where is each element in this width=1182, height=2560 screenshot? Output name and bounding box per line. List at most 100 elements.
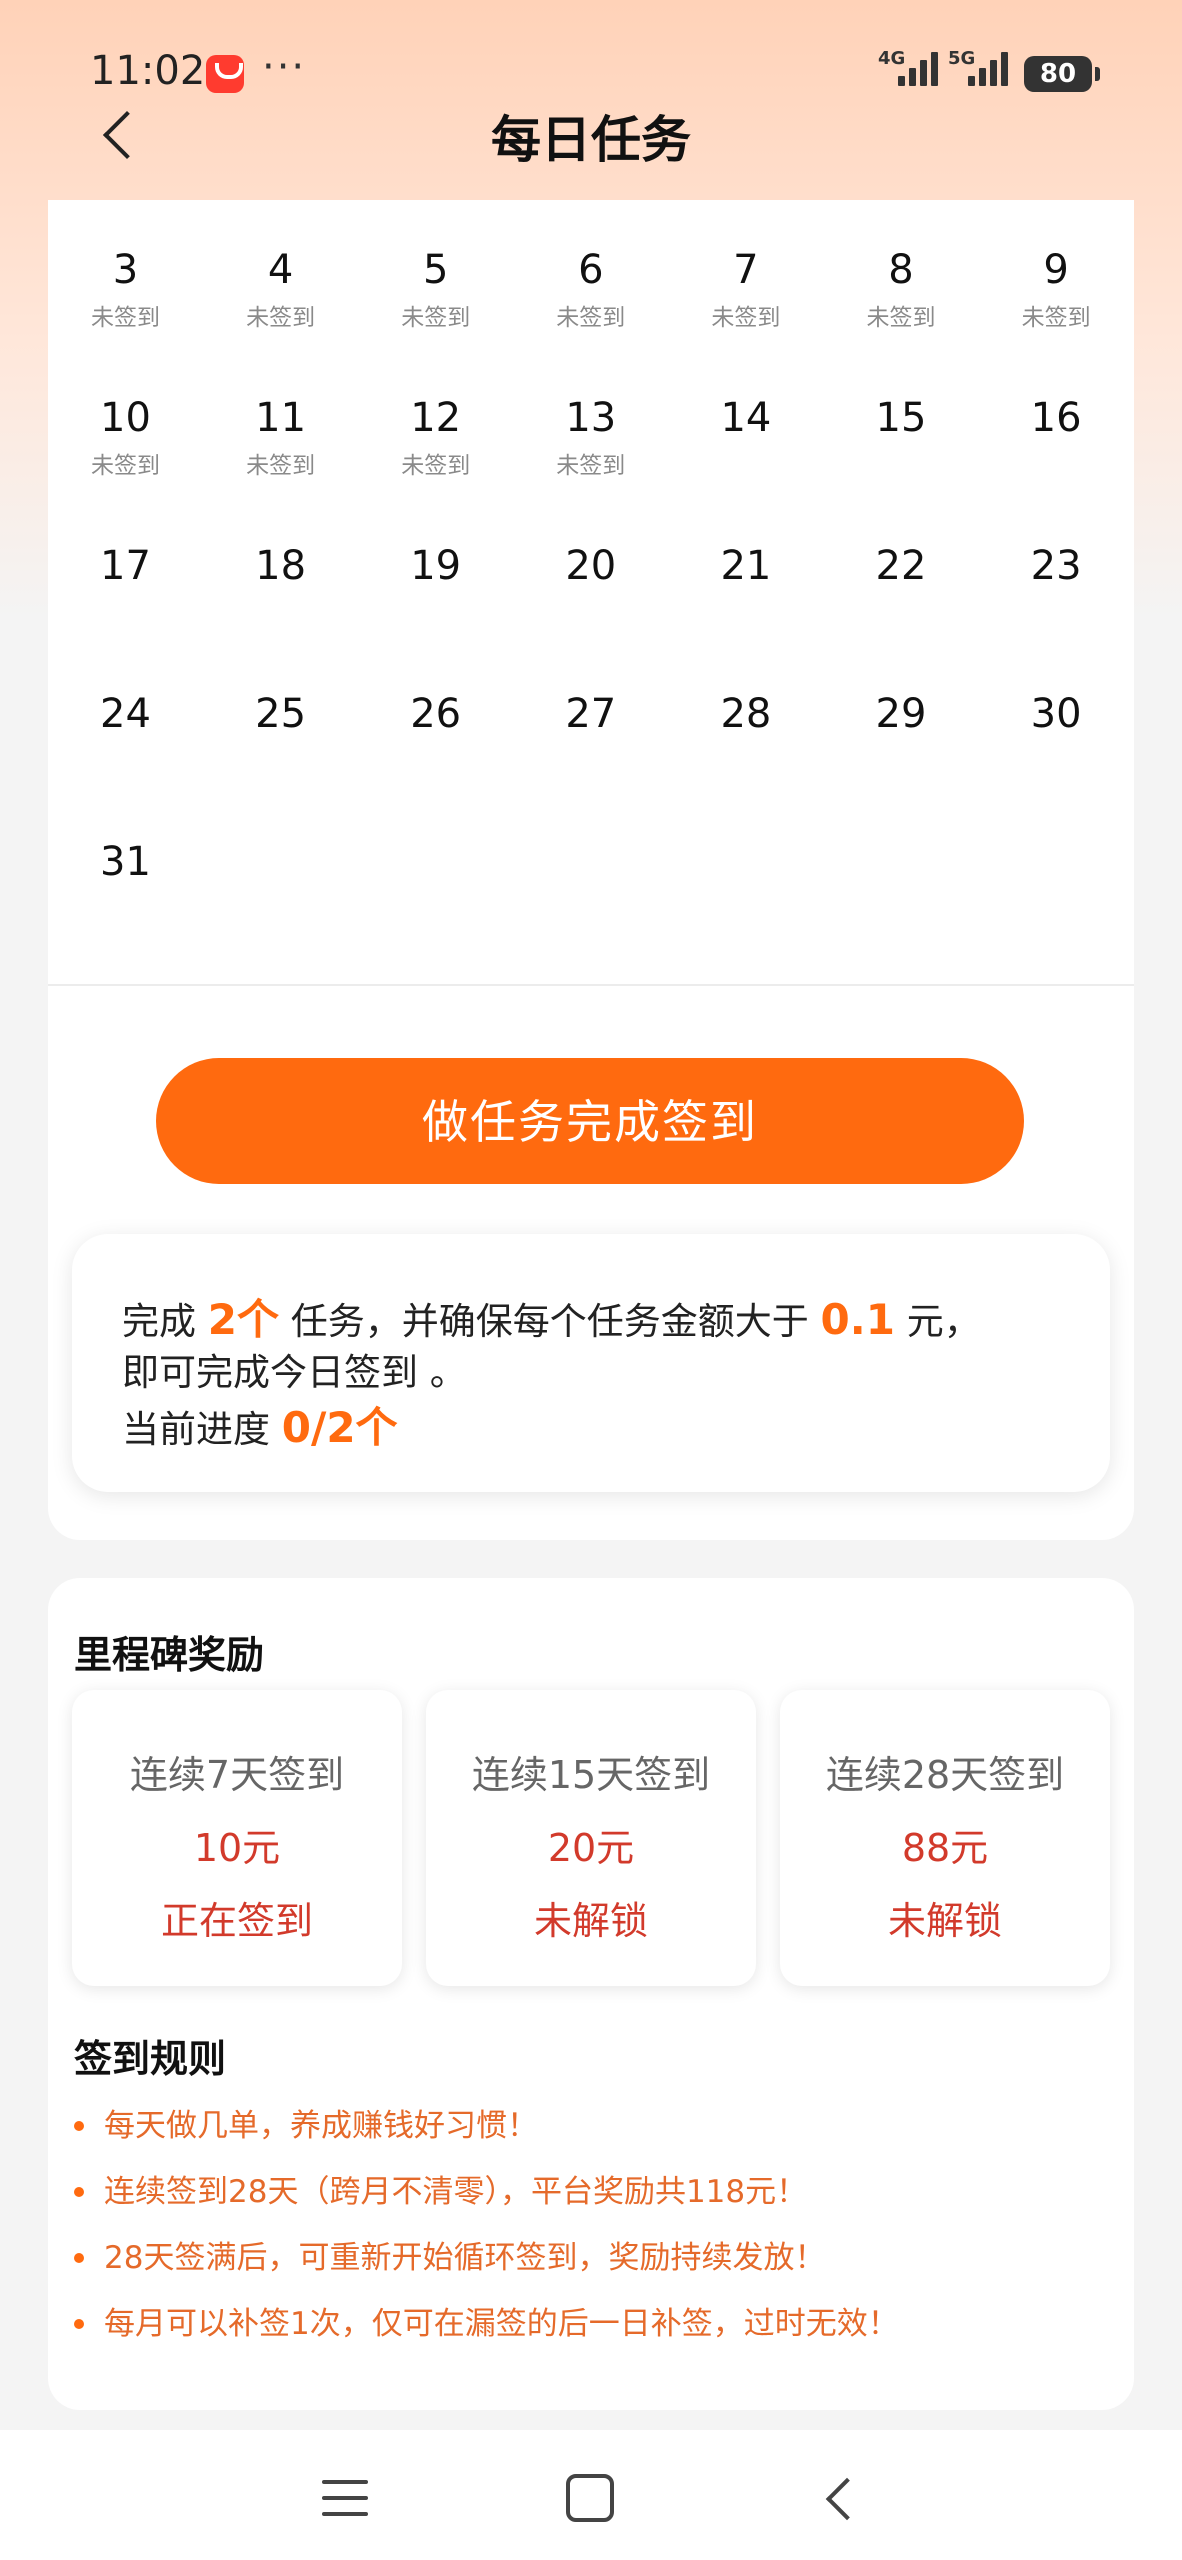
calendar-day[interactable]: 17 <box>48 496 203 636</box>
task-text: 元， <box>906 1300 981 1343</box>
calendar-day[interactable]: 19 <box>358 496 513 636</box>
calendar-day-status: 未签到 <box>246 453 316 479</box>
calendar-day-status: 未签到 <box>91 453 160 479</box>
calendar-day-number: 28 <box>720 691 772 737</box>
bullet-icon <box>74 2186 84 2197</box>
calendar-day-number: 14 <box>720 395 772 441</box>
calendar-day-status: 未签到 <box>401 305 471 331</box>
calendar-day-number: 9 <box>1043 247 1069 293</box>
milestone-item[interactable]: 连续7天签到 10元 正在签到 <box>72 1690 402 1986</box>
battery-icon: 80 <box>1024 56 1100 92</box>
calendar-day-number: 8 <box>888 247 914 293</box>
calendar-day-number: 19 <box>410 543 462 589</box>
calendar-day-status: 未签到 <box>401 453 471 479</box>
recent-apps-button[interactable] <box>322 2478 368 2518</box>
system-back-button[interactable] <box>816 2474 866 2524</box>
bullet-icon <box>74 2252 84 2263</box>
calendar-day-number: 25 <box>255 691 307 737</box>
milestone-amount: 20元 <box>547 1826 635 1870</box>
signal-4g-label: 4G <box>878 48 906 69</box>
calendar-day[interactable]: 30 <box>979 644 1134 784</box>
calendar-day-status: 未签到 <box>556 453 626 479</box>
calendar-day[interactable]: 8 未签到 <box>824 200 979 340</box>
progress-line: 当前进度 0/2个 <box>122 1394 398 1455</box>
task-count: 2个 <box>207 1295 279 1344</box>
milestone-title-text: 连续28天签到 <box>825 1753 1065 1797</box>
calendar-day[interactable]: 15 <box>824 348 979 488</box>
milestone-title: 里程碑奖励 <box>74 1633 265 1677</box>
milestone-status: 正在签到 <box>160 1899 313 1943</box>
calendar-day-status: 未签到 <box>246 305 316 331</box>
task-requirement-line-2: 即可完成今日签到 。 <box>122 1351 467 1394</box>
calendar-day[interactable]: 27 <box>513 644 668 784</box>
milestone-item[interactable]: 连续28天签到 88元 未解锁 <box>780 1690 1110 1986</box>
calendar-day-number: 27 <box>565 691 617 737</box>
status-time: 11:02 <box>90 48 206 94</box>
more-notifications-icon: ··· <box>262 44 307 90</box>
task-requirement-line: 完成 2个 任务，并确保每个任务金额大于 0.1 元， <box>122 1286 981 1347</box>
calendar-day-number: 16 <box>1030 395 1082 441</box>
calendar-day[interactable]: 23 <box>979 496 1134 636</box>
checkin-calendar-card: 3 未签到 4 未签到 5 未签到 6 未签到 7 未签到 8 未签到 9 未签到 10 未签到 11 未签到 12… <box>48 200 1134 1540</box>
calendar-day[interactable]: 31 <box>48 792 203 932</box>
calendar-day[interactable]: 5 未签到 <box>358 200 513 340</box>
calendar-day-number: 29 <box>875 691 927 737</box>
progress-value: 0/2个 <box>281 1403 398 1452</box>
calendar-day-status: 未签到 <box>91 305 160 331</box>
signal-5g-icon: 5G <box>948 48 1008 86</box>
calendar-day[interactable]: 10 未签到 <box>48 348 203 488</box>
calendar-day[interactable]: 24 <box>48 644 203 784</box>
calendar-day[interactable]: 13 未签到 <box>513 348 668 488</box>
calendar-day-number: 23 <box>1030 543 1082 589</box>
do-task-checkin-button[interactable]: 做任务完成签到 <box>156 1058 1024 1184</box>
milestone-status: 未解锁 <box>533 1899 648 1943</box>
calendar-day[interactable]: 12 未签到 <box>358 348 513 488</box>
calendar-day-number: 30 <box>1030 691 1082 737</box>
rule-item: 每月可以补签1次，仅可在漏签的后一日补签，过时无效！ <box>74 2298 899 2343</box>
milestone-title-text: 连续7天签到 <box>129 1753 345 1797</box>
calendar-day-number: 15 <box>875 395 927 441</box>
rule-text: 每天做几单，养成赚钱好习惯！ <box>104 2108 538 2144</box>
calendar-day[interactable]: 4 未签到 <box>203 200 358 340</box>
calendar-day-status: 未签到 <box>711 305 781 331</box>
calendar-day-number: 5 <box>422 247 449 293</box>
milestone-item[interactable]: 连续15天签到 20元 未解锁 <box>426 1690 756 1986</box>
calendar-day[interactable]: 7 未签到 <box>668 200 823 340</box>
progress-label: 当前进度 <box>122 1408 270 1451</box>
calendar-day[interactable]: 20 <box>513 496 668 636</box>
rule-item: 每天做几单，养成赚钱好习惯！ <box>74 2100 538 2145</box>
rule-item: 28天签满后，可重新开始循环签到，奖励持续发放！ <box>74 2232 825 2277</box>
home-button[interactable] <box>566 2474 614 2522</box>
system-nav-bar <box>0 2430 1182 2560</box>
calendar-day-status: 未签到 <box>866 305 936 331</box>
calendar-day[interactable]: 28 <box>668 644 823 784</box>
calendar-day-number: 11 <box>255 395 307 441</box>
calendar-day[interactable]: 3 未签到 <box>48 200 203 340</box>
calendar-day[interactable]: 14 <box>668 348 823 488</box>
calendar-day-number: 21 <box>720 543 772 589</box>
milestone-amount: 88元 <box>901 1826 989 1870</box>
signal-5g-label: 5G <box>948 48 976 69</box>
calendar-day[interactable]: 18 <box>203 496 358 636</box>
task-text: 任务，并确保每个任务金额大于 <box>290 1300 809 1343</box>
calendar-day[interactable]: 16 <box>979 348 1134 488</box>
calendar-day-number: 26 <box>410 691 462 737</box>
calendar-day[interactable]: 21 <box>668 496 823 636</box>
calendar-day[interactable]: 25 <box>203 644 358 784</box>
calendar-day[interactable]: 29 <box>824 644 979 784</box>
calendar-day-status: 未签到 <box>556 305 626 331</box>
calendar-day[interactable]: 26 <box>358 644 513 784</box>
calendar-day[interactable]: 11 未签到 <box>203 348 358 488</box>
calendar-day-number: 10 <box>100 395 151 441</box>
task-text: 完成 <box>122 1300 196 1343</box>
calendar-day[interactable]: 9 未签到 <box>979 200 1134 340</box>
task-requirement-box: 完成 2个 任务，并确保每个任务金额大于 0.1 元， 即可完成今日签到 。 当… <box>72 1234 1110 1492</box>
app-notification-icon <box>206 55 244 93</box>
calendar-day-number: 18 <box>255 543 307 589</box>
menu-icon <box>322 2480 368 2484</box>
rule-text: 每月可以补签1次，仅可在漏签的后一日补签，过时无效！ <box>104 2306 899 2342</box>
calendar-day-number: 6 <box>578 247 604 293</box>
calendar-day-number: 7 <box>733 247 759 293</box>
calendar-day[interactable]: 6 未签到 <box>513 200 668 340</box>
calendar-day[interactable]: 22 <box>824 496 979 636</box>
